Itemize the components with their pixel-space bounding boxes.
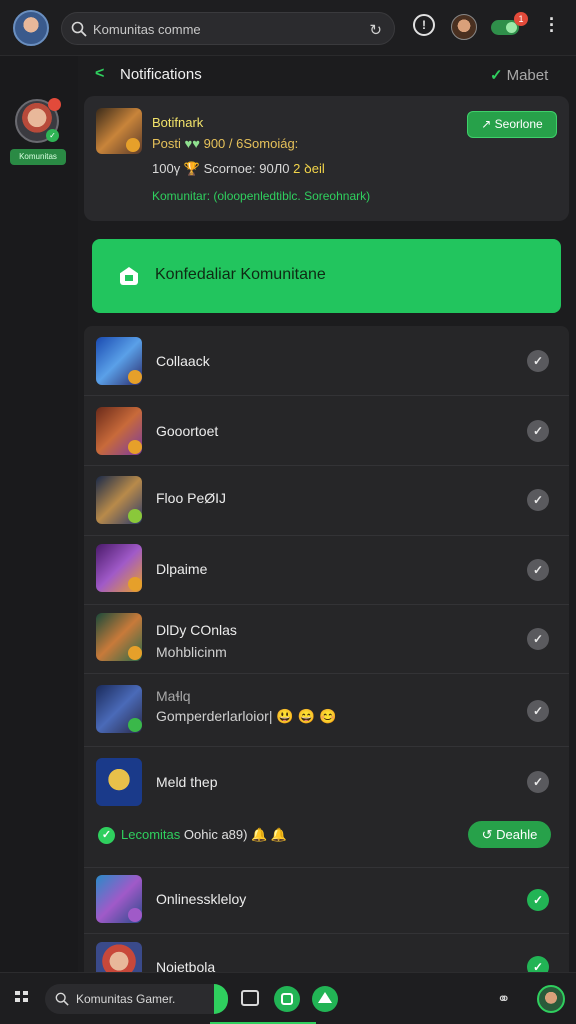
list-item[interactable]: Collaack ✓ (84, 326, 569, 396)
back-chevron-icon[interactable]: < (95, 65, 104, 83)
badge-icon (128, 908, 142, 922)
rail-notification-dot (48, 98, 61, 111)
badge-icon (128, 509, 142, 523)
item-label: Gooortoet (156, 423, 219, 439)
check-icon: ✓ (98, 827, 115, 844)
people-icon[interactable]: ⚭ (497, 989, 521, 1013)
list-item[interactable]: Noietbola ✓ (84, 934, 569, 972)
header-right-label: Mabet (506, 67, 549, 84)
check-icon[interactable]: ✓ (527, 956, 549, 972)
profile-name: Botifnark (152, 115, 204, 130)
item-sublabel: Gomperderlarloior| 😃 😄 😊 (156, 708, 337, 724)
item-label: DlDy COnlas (156, 622, 237, 638)
app-avatar[interactable] (13, 10, 49, 46)
profile-avatar[interactable] (537, 985, 565, 1013)
item-label: Floo PeØIJ (156, 490, 227, 506)
header-mark-button[interactable]: ✓ Mabet (490, 66, 548, 84)
rail-badge[interactable]: Komunitas (10, 149, 66, 165)
notification-badge: 1 (514, 12, 528, 26)
home-icon (120, 267, 138, 285)
list-item[interactable]: Floo PeØIJ ✓ (84, 466, 569, 536)
item-label: Meld thep (156, 774, 218, 790)
badge-icon (128, 646, 142, 660)
item-label: Maɬlq (156, 688, 191, 704)
check-icon: ✓ (490, 67, 503, 84)
list-item[interactable]: Dlpaime ✓ (84, 536, 569, 605)
rail-check-icon: ✓ (46, 129, 59, 142)
community-list: Collaack ✓ Gooortoet ✓ Floo PeØIJ ✓ Dlpa… (84, 326, 569, 972)
profile-stats: Posti ♥♥ 900 / 6Somoiág: (152, 136, 299, 151)
bottom-search-input[interactable]: Komunitas Gamer. (76, 992, 175, 1006)
inbox-icon[interactable] (241, 990, 259, 1006)
menu-grid-icon[interactable] (15, 991, 29, 1003)
item-label: Onlinesskleloy (156, 891, 247, 907)
recycle-icon[interactable] (312, 986, 338, 1012)
item-label: Dlpaime (156, 561, 208, 577)
check-icon[interactable]: ✓ (527, 700, 549, 722)
section-title: Lecomitas Oohic a89) 🔔 🔔 (121, 827, 288, 842)
profile-card: Botifnark Posti ♥♥ 900 / 6Somoiág: 100γ … (84, 96, 569, 221)
check-icon[interactable]: ✓ (527, 771, 549, 793)
check-icon[interactable]: ✓ (527, 889, 549, 911)
user-avatar[interactable] (451, 14, 477, 40)
section-action-button[interactable]: ↺ Deahle (468, 821, 551, 848)
info-icon[interactable]: ! (413, 14, 435, 36)
left-rail: ✓ Komunitas (0, 56, 78, 972)
list-item[interactable]: Meld thep ✓ (84, 747, 569, 820)
list-item[interactable]: Gooortoet ✓ (84, 396, 569, 466)
section-header: ✓ Lecomitas Oohic a89) 🔔 🔔 ↺ Deahle (84, 820, 569, 868)
bottom-bar: Komunitas Gamer. ⚭ (0, 972, 576, 1024)
bottom-search-bar[interactable]: Komunitas Gamer. (45, 984, 228, 1014)
item-label: Collaack (156, 353, 210, 369)
search-bar[interactable]: Komunitas comme ↻ (61, 12, 395, 45)
list-item[interactable]: Onlinesskleloy ✓ (84, 868, 569, 934)
profile-description: Komunitar: (oloopenledtiblc. Soreohnark) (152, 189, 371, 203)
badge-icon (128, 577, 142, 591)
check-icon[interactable]: ✓ (527, 350, 549, 372)
badge-icon (128, 370, 142, 384)
search-input[interactable]: Komunitas comme (93, 22, 201, 37)
badge-icon (128, 440, 142, 454)
refresh-icon[interactable]: ↻ (369, 21, 382, 39)
banner-text: Konfedaliar Komunitane (155, 266, 326, 283)
top-bar: Komunitas comme ↻ ! 1 · · · (0, 0, 576, 56)
list-item[interactable]: Maɬlq Gomperderlarloior| 😃 😄 😊 ✓ (84, 674, 569, 747)
item-label: Noietbola (156, 959, 216, 972)
chat-icon[interactable] (274, 986, 300, 1012)
coin-icon (126, 138, 140, 152)
kebab-menu-icon[interactable]: · · · (549, 10, 555, 40)
badge-icon (128, 718, 142, 732)
search-edge-indicator (214, 984, 228, 1014)
check-icon[interactable]: ✓ (527, 420, 549, 442)
list-item[interactable]: DlDy COnlas Mohblicinm ✓ (84, 605, 569, 674)
check-icon[interactable]: ✓ (527, 559, 549, 581)
search-icon (71, 21, 87, 37)
check-icon[interactable]: ✓ (527, 489, 549, 511)
profile-score: 100γ 🏆 Scornoe: 90Л0 2 ꝺeil (152, 161, 325, 176)
search-icon (55, 992, 69, 1006)
community-banner[interactable]: Konfedaliar Komunitane (92, 239, 561, 313)
profile-action-button[interactable]: ↗ Seorlone (467, 111, 557, 138)
check-icon[interactable]: ✓ (527, 628, 549, 650)
item-sublabel: Mohblicinm (156, 644, 227, 660)
game-thumbnail (96, 758, 142, 806)
game-thumbnail (96, 942, 142, 972)
page-title: Notifications (120, 66, 202, 83)
